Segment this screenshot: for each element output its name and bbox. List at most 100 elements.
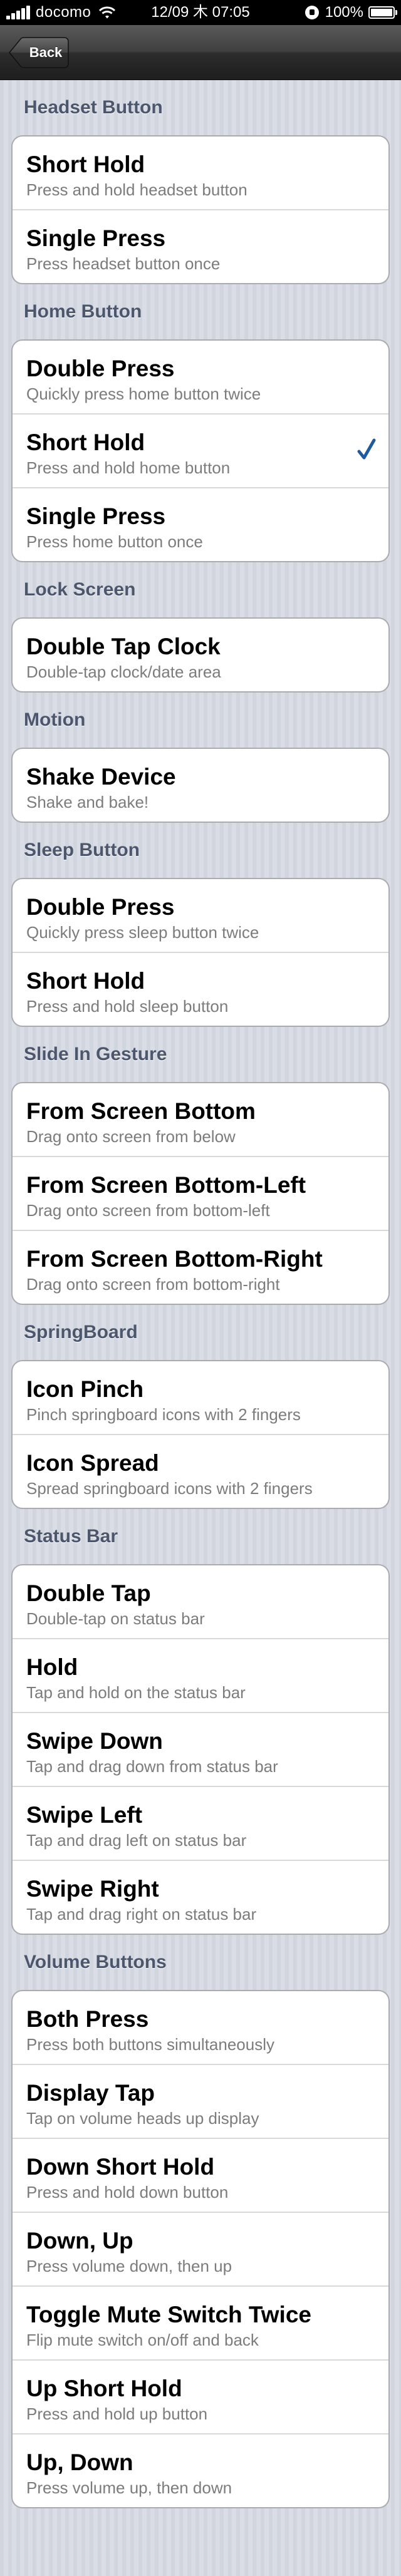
- list-item-title: Up Short Hold: [26, 2376, 182, 2401]
- list-item-status-bar-swipe-left[interactable]: Swipe Left Tap and drag left on status ba…: [13, 1786, 388, 1860]
- checkmark-icon: [357, 438, 376, 460]
- section-header-headset-button: Headset Button: [24, 97, 163, 118]
- list-item-subtitle: Drag onto screen from bottom-left: [26, 1201, 270, 1220]
- list-item-home-button-double-press[interactable]: Double Press Quickly press home button tw…: [13, 341, 388, 413]
- section-group-sleep-button: Double Press Quickly press sleep button t…: [11, 878, 390, 1027]
- list-item-title: Short Hold: [26, 968, 145, 994]
- section-group-status-bar: Double Tap Double-tap on status bar Hold Ta…: [11, 1564, 390, 1935]
- list-item-subtitle: Double-tap on status bar: [26, 1609, 205, 1628]
- list-item-title: Swipe Left: [26, 1802, 143, 1828]
- list-item-volume-buttons-down-up[interactable]: Down, Up Press volume down, then up: [13, 2212, 388, 2285]
- section-group-motion: Shake Device Shake and bake!: [11, 748, 390, 823]
- section-header-status-bar: Status Bar: [24, 1526, 118, 1547]
- list-item-title: Single Press: [26, 503, 166, 529]
- list-item-subtitle: Quickly press sleep button twice: [26, 923, 259, 942]
- list-item-subtitle: Press and hold headset button: [26, 180, 247, 199]
- list-item-status-bar-hold[interactable]: Hold Tap and hold on the status bar: [13, 1638, 388, 1712]
- list-item-title: From Screen Bottom: [26, 1098, 256, 1124]
- list-item-title: Both Press: [26, 2006, 149, 2032]
- section-group-slide-in-gesture: From Screen Bottom Drag onto screen from …: [11, 1082, 390, 1305]
- list-item-subtitle: Double-tap clock/date area: [26, 662, 221, 681]
- list-item-subtitle: Drag onto screen from bottom-right: [26, 1275, 280, 1294]
- list-item-title: From Screen Bottom-Left: [26, 1172, 306, 1198]
- list-item-subtitle: Press home button once: [26, 532, 203, 551]
- list-item-status-bar-double-tap[interactable]: Double Tap Double-tap on status bar: [13, 1565, 388, 1638]
- back-button[interactable]: Back: [9, 37, 69, 68]
- list-item-status-bar-swipe-down[interactable]: Swipe Down Tap and drag down from status …: [13, 1712, 388, 1786]
- list-item-springboard-icon-spread[interactable]: Icon Spread Spread springboard icons with…: [13, 1434, 388, 1508]
- list-item-title: Swipe Right: [26, 1876, 159, 1902]
- list-item-headset-button-short-hold[interactable]: Short Hold Press and hold headset button: [13, 137, 388, 209]
- section-group-headset-button: Short Hold Press and hold headset button S…: [11, 135, 390, 284]
- list-item-title: Up, Down: [26, 2450, 133, 2475]
- list-item-springboard-icon-pinch[interactable]: Icon Pinch Pinch springboard icons with 2…: [13, 1361, 388, 1434]
- rotation-lock-icon: [305, 6, 319, 19]
- section-header-home-button: Home Button: [24, 301, 142, 322]
- section-header-volume-buttons: Volume Buttons: [24, 1952, 167, 1972]
- status-right: 100%: [305, 0, 397, 25]
- list-item-subtitle: Press and hold sleep button: [26, 997, 229, 1016]
- list-item-headset-button-single-press[interactable]: Single Press Press headset button once: [13, 209, 388, 283]
- section-header-motion: Motion: [24, 709, 86, 730]
- list-item-title: Swipe Down: [26, 1728, 163, 1754]
- section-header-slide-in-gesture: Slide In Gesture: [24, 1044, 167, 1064]
- section-group-home-button: Double Press Quickly press home button tw…: [11, 339, 390, 562]
- list-item-title: Short Hold: [26, 430, 145, 455]
- list-item-subtitle: Press headset button once: [26, 254, 221, 273]
- list-item-volume-buttons-both-press[interactable]: Both Press Press both buttons simultaneou…: [13, 1991, 388, 2064]
- list-item-home-button-single-press[interactable]: Single Press Press home button once: [13, 487, 388, 561]
- gesture-list: Headset Button Short Hold Press and hold h…: [0, 80, 401, 2508]
- navigation-bar: Back: [0, 25, 401, 80]
- list-item-subtitle: Press volume up, then down: [26, 2478, 232, 2497]
- list-item-title: Double Tap: [26, 1580, 151, 1606]
- section-group-volume-buttons: Both Press Press both buttons simultaneou…: [11, 1990, 390, 2508]
- status-bar: docomo 12/09 木 07:05 100%: [0, 0, 401, 25]
- list-item-slide-in-gesture-from-screen-bottom-left[interactable]: From Screen Bottom-Left Drag onto screen …: [13, 1156, 388, 1230]
- list-item-title: Short Hold: [26, 152, 145, 177]
- list-item-title: Double Press: [26, 356, 175, 381]
- list-item-subtitle: Tap and drag right on status bar: [26, 1905, 257, 1924]
- list-item-home-button-short-hold[interactable]: Short Hold Press and hold home button: [13, 413, 388, 487]
- list-item-motion-shake-device[interactable]: Shake Device Shake and bake!: [13, 749, 388, 822]
- list-item-volume-buttons-display-tap[interactable]: Display Tap Tap on volume heads up displa…: [13, 2064, 388, 2138]
- list-item-lock-screen-double-tap-clock[interactable]: Double Tap Clock Double-tap clock/date ar…: [13, 619, 388, 691]
- list-item-slide-in-gesture-from-screen-bottom-right[interactable]: From Screen Bottom-Right Drag onto screen…: [13, 1230, 388, 1304]
- list-item-subtitle: Press both buttons simultaneously: [26, 2035, 274, 2054]
- list-item-title: Toggle Mute Switch Twice: [26, 2302, 311, 2327]
- list-item-sleep-button-short-hold[interactable]: Short Hold Press and hold sleep button: [13, 952, 388, 1026]
- list-item-subtitle: Press volume down, then up: [26, 2257, 232, 2275]
- list-item-volume-buttons-up-short-hold[interactable]: Up Short Hold Press and hold up button: [13, 2359, 388, 2433]
- list-item-volume-buttons-toggle-mute-switch-twice[interactable]: Toggle Mute Switch Twice Flip mute switch…: [13, 2285, 388, 2359]
- list-item-slide-in-gesture-from-screen-bottom[interactable]: From Screen Bottom Drag onto screen from …: [13, 1083, 388, 1156]
- list-item-volume-buttons-down-short-hold[interactable]: Down Short Hold Press and hold down butto…: [13, 2138, 388, 2212]
- list-item-subtitle: Press and hold up button: [26, 2404, 208, 2423]
- battery-percent: 100%: [325, 4, 363, 21]
- list-item-subtitle: Quickly press home button twice: [26, 384, 261, 403]
- list-item-subtitle: Shake and bake!: [26, 793, 149, 811]
- list-item-subtitle: Press and hold home button: [26, 458, 231, 477]
- list-item-subtitle: Tap and drag left on status bar: [26, 1831, 247, 1850]
- section-group-springboard: Icon Pinch Pinch springboard icons with 2…: [11, 1360, 390, 1509]
- list-item-title: Hold: [26, 1654, 78, 1680]
- list-item-subtitle: Drag onto screen from below: [26, 1127, 236, 1146]
- section-header-lock-screen: Lock Screen: [24, 579, 136, 600]
- section-header-springboard: SpringBoard: [24, 1322, 138, 1342]
- list-item-subtitle: Flip mute switch on/off and back: [26, 2331, 259, 2349]
- list-item-subtitle: Tap and drag down from status bar: [26, 1757, 278, 1776]
- list-item-title: From Screen Bottom-Right: [26, 1246, 323, 1272]
- list-item-subtitle: Press and hold down button: [26, 2183, 229, 2202]
- list-item-title: Single Press: [26, 225, 166, 251]
- list-item-subtitle: Pinch springboard icons with 2 fingers: [26, 1405, 301, 1424]
- list-item-title: Down, Up: [26, 2228, 133, 2254]
- app-screen: docomo 12/09 木 07:05 100% Back Headset B…: [0, 0, 401, 2576]
- list-item-sleep-button-double-press[interactable]: Double Press Quickly press sleep button t…: [13, 879, 388, 952]
- list-item-subtitle: Spread springboard icons with 2 fingers: [26, 1479, 313, 1498]
- list-item-title: Icon Pinch: [26, 1376, 144, 1402]
- list-item-title: Display Tap: [26, 2080, 155, 2106]
- list-item-status-bar-swipe-right[interactable]: Swipe Right Tap and drag right on status …: [13, 1860, 388, 1934]
- list-item-title: Down Short Hold: [26, 2154, 215, 2180]
- back-button-label: Back: [29, 44, 63, 60]
- section-group-lock-screen: Double Tap Clock Double-tap clock/date ar…: [11, 617, 390, 693]
- list-item-title: Icon Spread: [26, 1450, 159, 1476]
- list-item-volume-buttons-up-down[interactable]: Up, Down Press volume up, then down: [13, 2433, 388, 2507]
